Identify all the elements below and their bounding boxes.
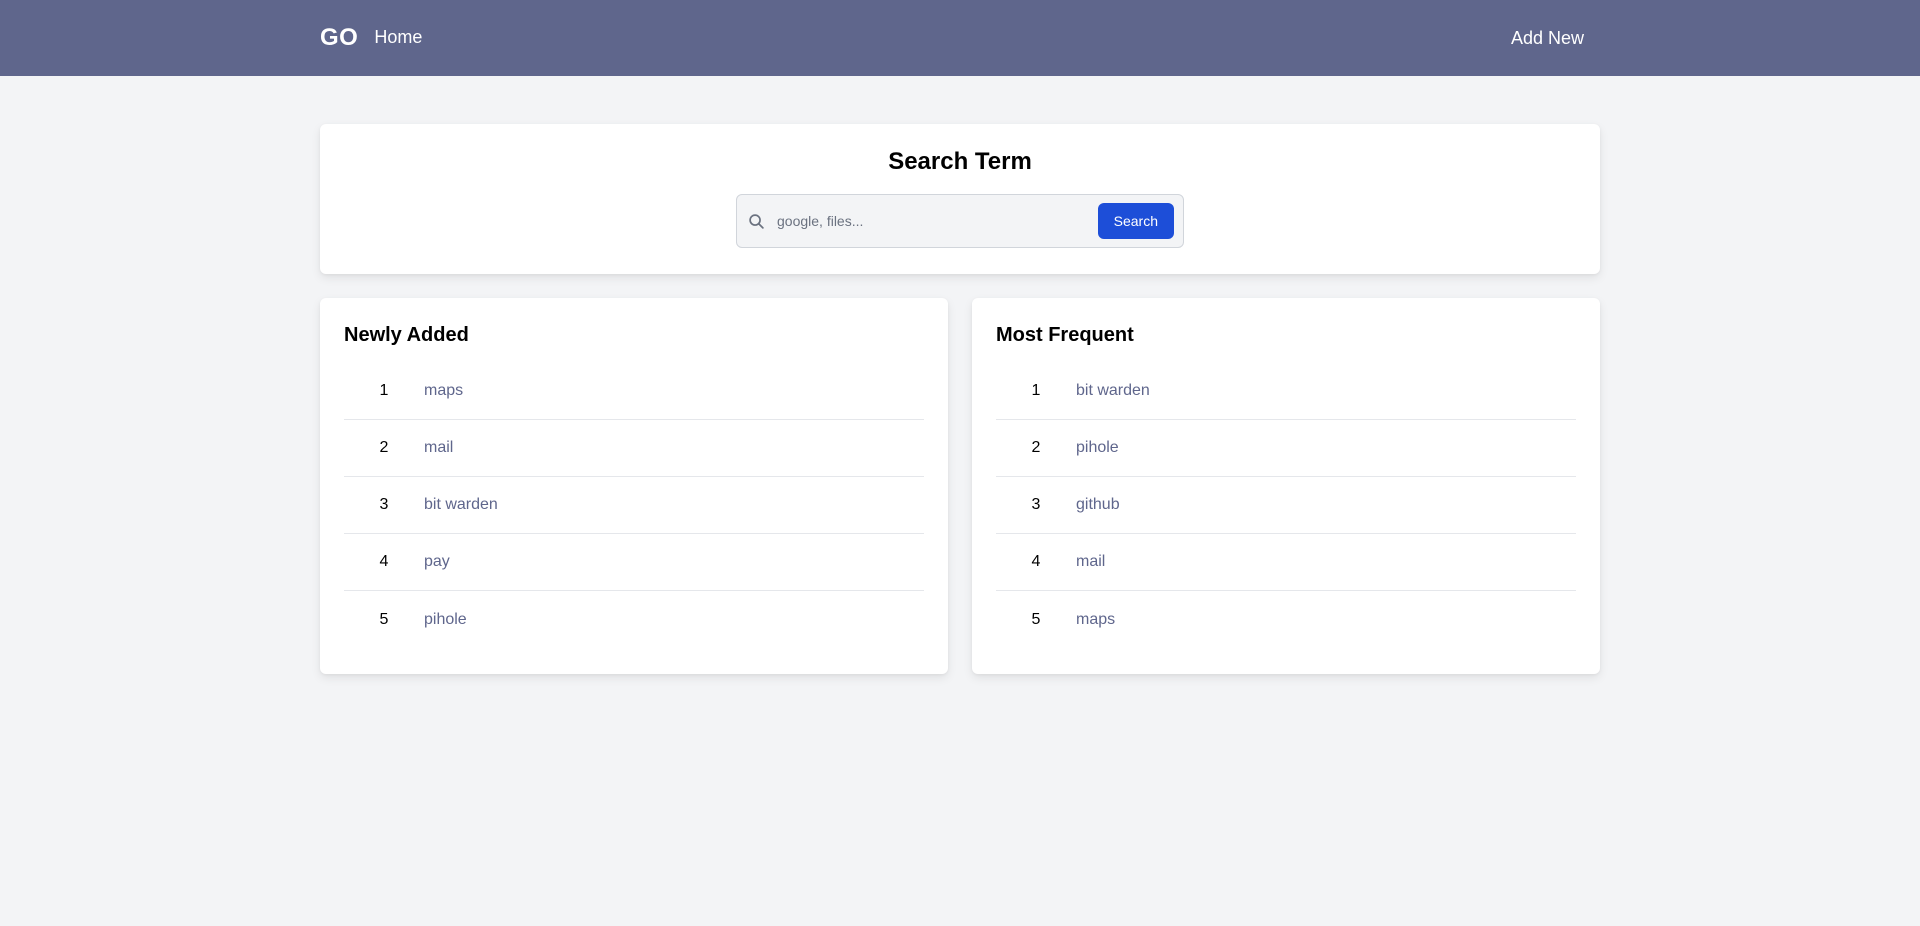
search-button[interactable]: Search — [1097, 203, 1174, 239]
list-item[interactable]: 2 mail — [344, 420, 924, 477]
most-frequent-card: Most Frequent 1 bit warden 2 pihole 3 gi… — [972, 298, 1600, 674]
list-item-link[interactable]: github — [1076, 496, 1120, 514]
search-icon — [747, 212, 765, 230]
list-item[interactable]: 2 pihole — [996, 420, 1576, 477]
list-item[interactable]: 3 github — [996, 477, 1576, 534]
most-frequent-list: 1 bit warden 2 pihole 3 github 4 mail 5 — [996, 363, 1576, 648]
list-item-link[interactable]: maps — [1076, 611, 1115, 629]
list-item[interactable]: 4 pay — [344, 534, 924, 591]
list-item[interactable]: 3 bit warden — [344, 477, 924, 534]
nav-left-group: GO Home — [320, 24, 422, 52]
list-item-link[interactable]: mail — [1076, 553, 1105, 571]
list-item-link[interactable]: pihole — [424, 611, 467, 629]
search-title: Search Term — [888, 148, 1032, 175]
list-item-rank: 4 — [1031, 553, 1041, 570]
add-new-link[interactable]: Add New — [1495, 20, 1600, 57]
list-item-rank: 2 — [379, 439, 389, 456]
list-item-rank: 1 — [379, 382, 389, 399]
top-navbar: GO Home Add New — [0, 0, 1920, 76]
most-frequent-title: Most Frequent — [996, 324, 1134, 346]
list-item-rank: 1 — [1031, 382, 1041, 399]
newly-added-title: Newly Added — [344, 324, 469, 346]
list-item-rank: 3 — [1031, 496, 1041, 513]
list-item-link[interactable]: pay — [424, 553, 450, 571]
main-container: Search Term Search Newly Added 1 maps 2 — [320, 124, 1600, 674]
brand-logo[interactable]: GO — [320, 24, 358, 52]
list-item-rank: 5 — [1031, 610, 1041, 628]
list-item-link[interactable]: maps — [424, 382, 463, 400]
list-item[interactable]: 5 pihole — [344, 591, 924, 648]
lists-row: Newly Added 1 maps 2 mail 3 bit warden 4… — [320, 298, 1600, 674]
list-item[interactable]: 1 maps — [344, 363, 924, 420]
list-item-rank: 4 — [379, 553, 389, 570]
search-card: Search Term Search — [320, 124, 1600, 274]
list-item[interactable]: 1 bit warden — [996, 363, 1576, 420]
search-box: Search — [736, 194, 1184, 248]
list-item-link[interactable]: pihole — [1076, 439, 1119, 457]
list-item[interactable]: 5 maps — [996, 591, 1576, 648]
newly-added-list: 1 maps 2 mail 3 bit warden 4 pay 5 pihol… — [344, 363, 924, 648]
list-item-link[interactable]: bit warden — [424, 496, 498, 514]
nav-home-link[interactable]: Home — [374, 27, 422, 48]
list-item-rank: 2 — [1031, 439, 1041, 456]
list-item[interactable]: 4 mail — [996, 534, 1576, 591]
search-input[interactable] — [777, 195, 1098, 247]
list-item-rank: 3 — [379, 496, 389, 513]
list-item-link[interactable]: mail — [424, 439, 453, 457]
list-item-link[interactable]: bit warden — [1076, 382, 1150, 400]
newly-added-card: Newly Added 1 maps 2 mail 3 bit warden 4… — [320, 298, 948, 674]
list-item-rank: 5 — [379, 610, 389, 628]
